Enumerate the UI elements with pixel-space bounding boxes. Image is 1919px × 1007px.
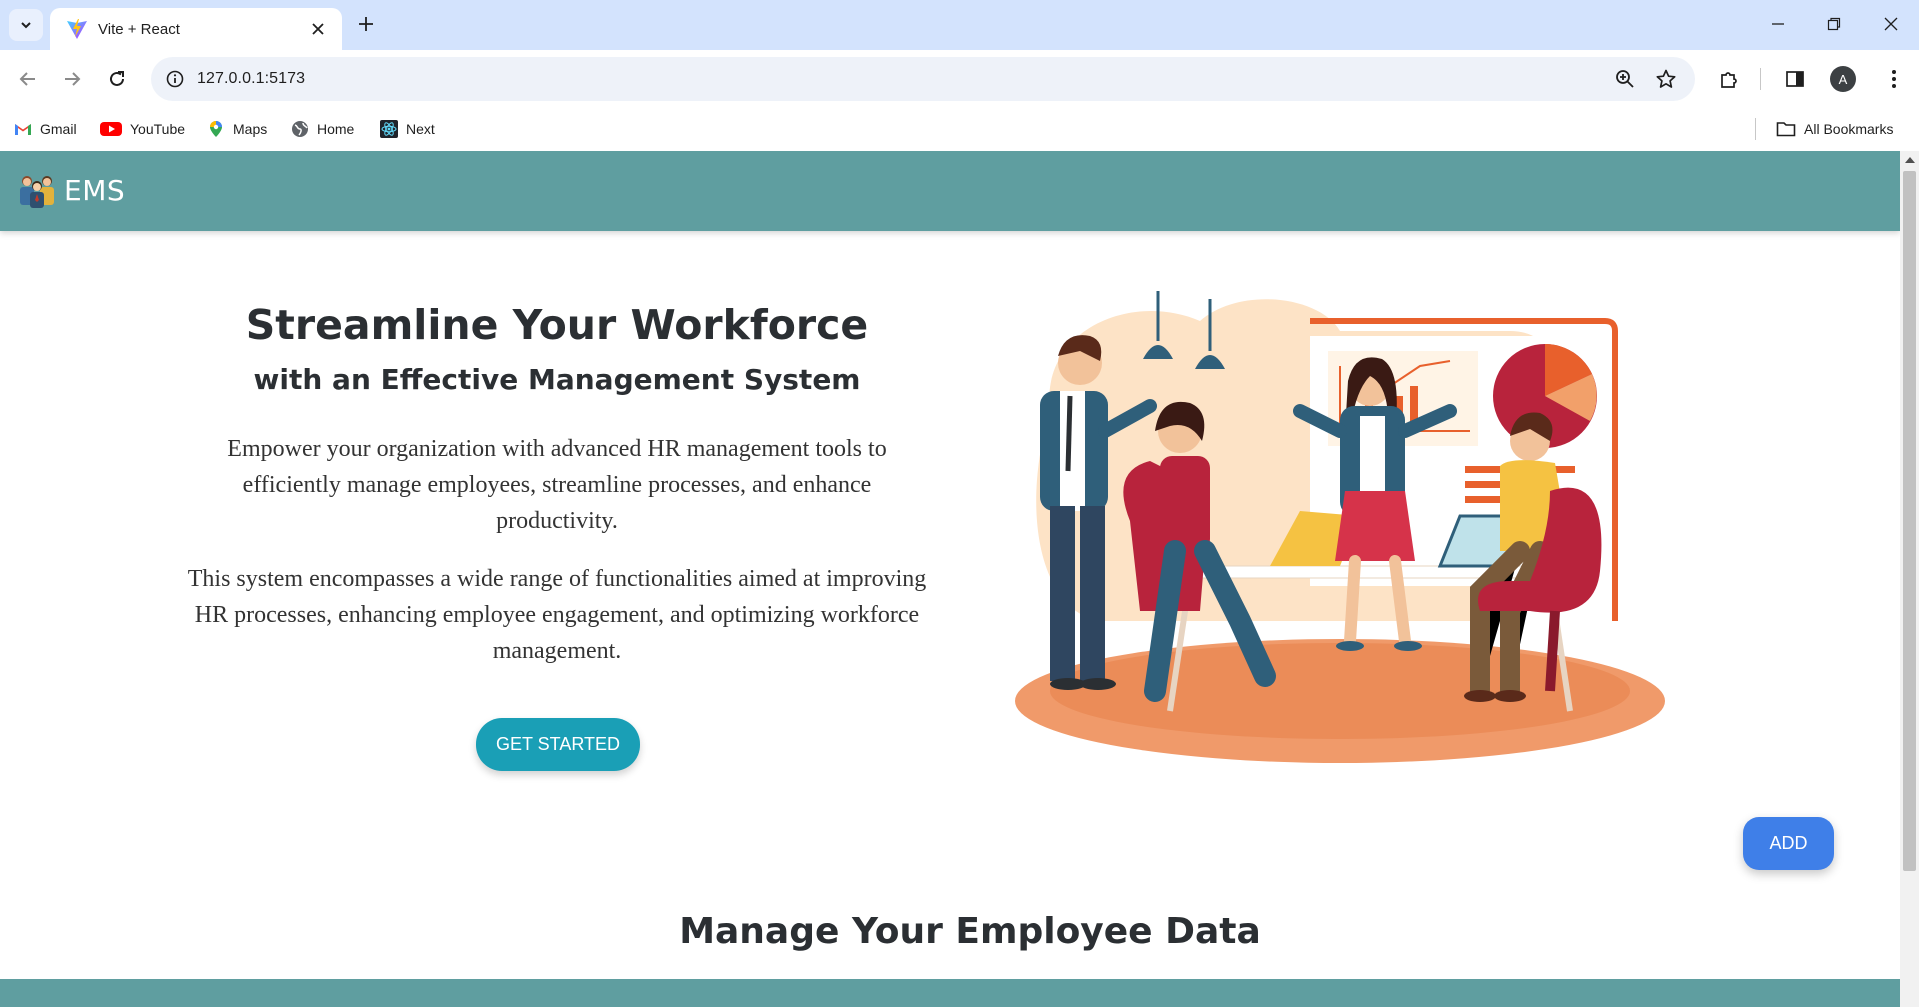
bookmark-star-button[interactable]: [1652, 65, 1680, 93]
arrow-right-icon: [65, 72, 81, 86]
hero-paragraph-2: This system encompasses a wide range of …: [187, 566, 927, 664]
app-navbar: EMS: [0, 151, 1900, 231]
zoom-button[interactable]: [1611, 65, 1639, 93]
browser-tab-bar: Vite + React: [0, 0, 1919, 50]
bookmark-label: Next: [406, 121, 435, 137]
arrow-left-icon: [19, 72, 35, 86]
maps-icon: [210, 121, 222, 137]
bookmarks-divider: [1755, 118, 1756, 140]
brand-name: EMS: [64, 173, 126, 207]
plus-icon: [359, 17, 373, 31]
browser-toolbar: 127.0.0.1:5173 A: [0, 50, 1919, 108]
tab-title: Vite + React: [98, 21, 180, 38]
office-team-illustration: [1015, 291, 1665, 763]
team-icon: [20, 176, 54, 208]
hero-title: Streamline Your Workforce: [245, 301, 869, 349]
bookmark-maps[interactable]: Maps: [207, 116, 267, 142]
add-button[interactable]: ADD: [1743, 817, 1834, 870]
gmail-icon: [15, 124, 31, 135]
tab-search-button[interactable]: [9, 9, 43, 41]
globe-icon: [292, 121, 308, 137]
new-tab-button[interactable]: [352, 10, 380, 38]
page-viewport: EMS Streamline Your Workforce with an Ef…: [0, 151, 1900, 1007]
puzzle-icon: [1721, 72, 1737, 88]
back-button[interactable]: [11, 62, 45, 96]
browser-tab[interactable]: Vite + React: [50, 8, 342, 50]
minimize-icon: [1772, 23, 1784, 25]
hero-subtitle: with an Effective Management System: [253, 363, 861, 396]
star-icon: [1656, 69, 1676, 88]
bookmark-label: YouTube: [130, 121, 186, 137]
bookmark-home[interactable]: Home: [291, 116, 354, 142]
brand-link[interactable]: EMS: [16, 169, 125, 211]
bookmark-label: Maps: [233, 121, 268, 137]
all-bookmarks-label: All Bookmarks: [1804, 121, 1894, 137]
scroll-up-arrow-icon[interactable]: [1905, 157, 1915, 163]
more-vertical-icon: [1892, 70, 1896, 88]
scrollbar-thumb[interactable]: [1903, 171, 1916, 871]
url-text[interactable]: 127.0.0.1:5173: [197, 70, 305, 88]
section-title: Manage Your Employee Data: [679, 911, 1261, 952]
toolbar-divider: [1760, 68, 1761, 90]
page-scrollbar[interactable]: [1900, 151, 1919, 1007]
address-bar[interactable]: 127.0.0.1:5173: [151, 57, 1695, 101]
close-window-button[interactable]: [1871, 8, 1911, 40]
all-bookmarks-button[interactable]: All Bookmarks: [1776, 116, 1893, 142]
minimize-button[interactable]: [1758, 8, 1798, 40]
folder-icon: [1776, 122, 1796, 137]
side-panel-icon: [1786, 71, 1804, 87]
info-icon: [166, 70, 184, 88]
close-icon: [1884, 17, 1898, 31]
site-info-button[interactable]: [161, 65, 189, 93]
close-icon: [312, 23, 324, 35]
youtube-icon: [100, 122, 122, 136]
forward-button[interactable]: [55, 62, 89, 96]
section-band: [0, 979, 1900, 1007]
bookmark-youtube[interactable]: YouTube: [100, 116, 185, 142]
zoom-icon: [1616, 70, 1634, 88]
chevron-down-icon: [21, 22, 31, 29]
bookmark-next[interactable]: Next: [380, 116, 435, 142]
bookmarks-bar: Gmail YouTube Maps Home Next All Bookmar…: [0, 108, 1919, 151]
bookmark-label: Home: [317, 121, 355, 137]
extensions-button[interactable]: [1712, 62, 1746, 96]
react-icon: [380, 120, 398, 138]
profile-button[interactable]: A: [1826, 62, 1860, 96]
hero-paragraph-1: Empower your organization with advanced …: [227, 436, 887, 534]
reload-icon: [110, 71, 124, 86]
get-started-button[interactable]: GET STARTED: [476, 718, 640, 771]
bookmark-label: Gmail: [40, 121, 77, 137]
tab-close-button[interactable]: [306, 17, 330, 41]
avatar: A: [1830, 66, 1856, 92]
restore-icon: [1827, 17, 1841, 31]
reload-button[interactable]: [100, 62, 134, 96]
menu-button[interactable]: [1877, 62, 1911, 96]
restore-button[interactable]: [1814, 8, 1854, 40]
vite-icon: [67, 19, 87, 39]
side-panel-button[interactable]: [1778, 62, 1812, 96]
bookmark-gmail[interactable]: Gmail: [14, 116, 77, 142]
